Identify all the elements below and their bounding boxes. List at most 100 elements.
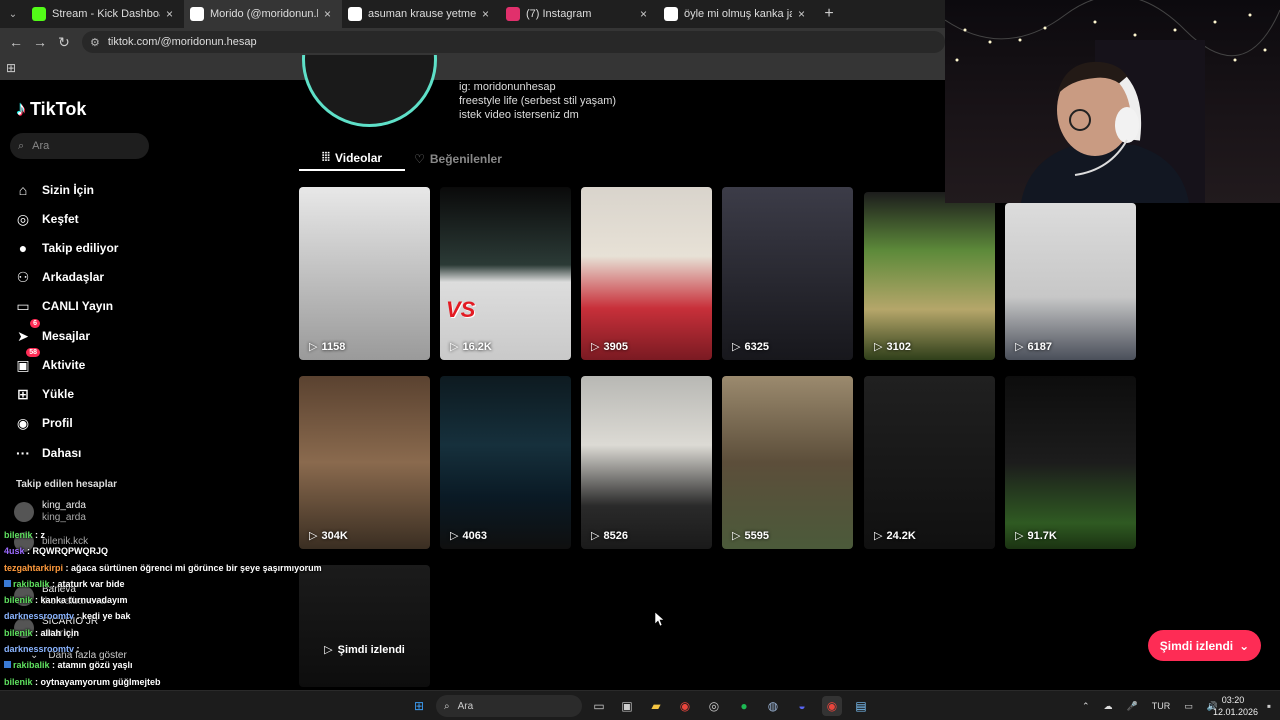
video-card[interactable]: ▷ 24.2K (864, 376, 995, 549)
chrome-icon[interactable]: ◉ (675, 696, 695, 716)
task-view-icon[interactable]: ▭ (589, 696, 609, 716)
chrome-active-icon[interactable]: ◉ (822, 696, 842, 716)
sidebar-item[interactable]: ⊞ Yükle (14, 385, 74, 403)
tiktok-icon (190, 7, 204, 21)
site-info-icon[interactable]: ⚙ (90, 36, 100, 49)
address-bar[interactable]: ⚙ tiktok.com/@moridonun.hesap (82, 31, 945, 53)
microphone-icon[interactable]: 🎤 (1127, 701, 1138, 712)
video-card[interactable]: ▷ 91.7K (1005, 376, 1136, 549)
upload-icon: ⊞ (17, 385, 29, 402)
obs-icon[interactable]: ◎ (704, 696, 724, 716)
browser-tab[interactable]: (7) Instagram × (500, 0, 658, 28)
network-icon[interactable]: ▭ (1184, 701, 1193, 712)
video-card[interactable]: ▷ 304K (299, 376, 430, 549)
browser-tab[interactable]: Morido (@moridonun.hesap) | × (184, 0, 342, 28)
sidebar-item[interactable]: ● Takip ediliyor (14, 239, 119, 257)
chat-message: darknessroomtv : (4, 644, 80, 655)
chat-text: atamın gözü yaşlı (57, 660, 133, 671)
onedrive-icon[interactable]: ☁ (1104, 701, 1113, 712)
account-name: king_arda (42, 500, 86, 511)
sidebar-item[interactable]: ⚇ Arkadaşlar (14, 268, 104, 286)
video-card[interactable]: ▷ 1158 (299, 187, 430, 360)
chat-username: tezgahtarkirpi (4, 562, 64, 573)
video-card[interactable]: VS ▷ 16.2K (440, 187, 571, 360)
tab-liked[interactable]: ♡ Beğenilenler (405, 146, 511, 171)
view-count-text: 91.7K (1027, 529, 1057, 542)
tab-list-chevron-icon[interactable]: ⌄ (0, 0, 26, 28)
tiktok-note-icon: ♪ (16, 98, 26, 120)
notifications-icon[interactable]: ▪ (1259, 696, 1279, 716)
close-icon[interactable]: × (482, 8, 494, 20)
browser-tab[interactable]: öyle mi olmuş kanka jahrein - G × (658, 0, 816, 28)
view-count-text: 3102 (886, 340, 911, 353)
google-icon (348, 7, 362, 21)
chat-text: ataturk var bide (57, 578, 125, 589)
video-card[interactable]: ▷ 5595 (722, 376, 853, 549)
language-indicator[interactable]: TUR (1152, 701, 1171, 711)
view-count: ▷ 6187 (1015, 340, 1052, 354)
sidebar-item[interactable]: ▣ 58 Aktivite (14, 348, 86, 374)
sidebar-item[interactable]: ◎ Keşfet (14, 210, 79, 228)
browser-tab[interactable]: Stream - Kick Dashboard × (26, 0, 184, 28)
sidebar-item[interactable]: ◉ Profil (14, 414, 73, 432)
video-card[interactable]: ▷ 4063 (440, 376, 571, 549)
sidebar-item[interactable]: ➤ 6 Mesajlar (14, 319, 90, 345)
forward-arrow-icon[interactable]: → (28, 28, 52, 56)
now-watched-jump-button[interactable]: Şimdi izlendi ⌄ (1148, 630, 1261, 661)
profile-bio: ig: moridonunhesap freestyle life (serbe… (459, 80, 616, 122)
play-icon: ▷ (732, 341, 741, 353)
chat-message: rakibalik : ataturk var bide (4, 576, 334, 592)
apps-grid-icon[interactable]: ⊞ (6, 61, 16, 75)
grid-icon: ⦙⦙⦙ (321, 150, 330, 164)
new-tab-button[interactable]: + (816, 0, 842, 28)
sidebar-item[interactable]: ▭ CANLI Yayın (14, 297, 113, 315)
search-input[interactable]: ⌕ Ara (10, 133, 149, 159)
video-card[interactable]: ▷ 6187 (1005, 203, 1136, 360)
close-icon[interactable]: × (324, 8, 336, 20)
notepad-icon[interactable]: ▤ (851, 696, 871, 716)
steam-icon[interactable]: ◍ (763, 696, 783, 716)
taskbar-clock[interactable]: 03:20 12.01.2026 (1213, 694, 1259, 718)
profile-avatar[interactable] (302, 55, 437, 127)
reload-icon[interactable]: ↻ (52, 28, 76, 56)
video-card[interactable]: ▷ 3905 (581, 187, 712, 360)
close-icon[interactable]: × (640, 8, 652, 20)
clock-date: 12.01.2026 (1213, 707, 1259, 717)
sidebar-item[interactable]: ··· Dahası (14, 444, 81, 462)
instagram-icon (506, 7, 520, 21)
view-count: ▷ 8526 (591, 529, 628, 543)
chat-username: rakibalik (13, 578, 50, 589)
following-account[interactable]: king_arda king_arda (14, 500, 86, 524)
taskbar-search[interactable]: ⌕ Ara (436, 695, 582, 717)
sidebar-item-label: Takip ediliyor (42, 241, 119, 255)
watched-pill-label: Şimdi izlendi (1159, 638, 1234, 653)
file-explorer-icon[interactable]: ▰ (646, 696, 666, 716)
home-icon: ⌂ (18, 182, 28, 198)
chat-username: bilenik (4, 595, 33, 606)
windows-start-icon[interactable]: ⊞ (409, 696, 429, 716)
sidebar-item-label: Aktivite (42, 358, 86, 372)
view-count: ▷ 4063 (450, 529, 487, 543)
sidebar-item-label: Profil (42, 416, 73, 430)
tray-chevron-up-icon[interactable]: ⌃ (1082, 701, 1090, 712)
browser-tab[interactable]: asuman krause yetmez ama - G × (342, 0, 500, 28)
chat-username: rakibalik (13, 660, 50, 671)
close-icon[interactable]: × (798, 8, 810, 20)
view-count-text: 5595 (744, 529, 769, 542)
store-icon[interactable]: ▣ (617, 696, 637, 716)
play-icon: ▷ (591, 530, 600, 542)
tiktok-logo[interactable]: ♪ TikTok (16, 98, 86, 121)
video-card[interactable]: ▷ 8526 (581, 376, 712, 549)
back-arrow-icon[interactable]: ← (4, 28, 28, 56)
sidebar-item[interactable]: ⌂ Sizin İçin (14, 181, 94, 199)
now-watched-text: Şimdi izlendi (337, 643, 405, 656)
account-handle: king_arda (42, 512, 86, 523)
browser-toolbar: ← → ↻ ⚙ tiktok.com/@moridonun.hesap (0, 28, 945, 56)
video-card[interactable]: ▷ 6325 (722, 187, 853, 360)
video-card[interactable]: ▷ 3102 (864, 192, 995, 360)
discord-icon[interactable]: ◒ (792, 696, 812, 716)
heart-icon: ♡ (414, 151, 425, 166)
close-icon[interactable]: × (166, 8, 178, 20)
tab-videos[interactable]: ⦙⦙⦙ Videolar (299, 146, 405, 171)
spotify-icon[interactable]: ● (734, 696, 754, 716)
